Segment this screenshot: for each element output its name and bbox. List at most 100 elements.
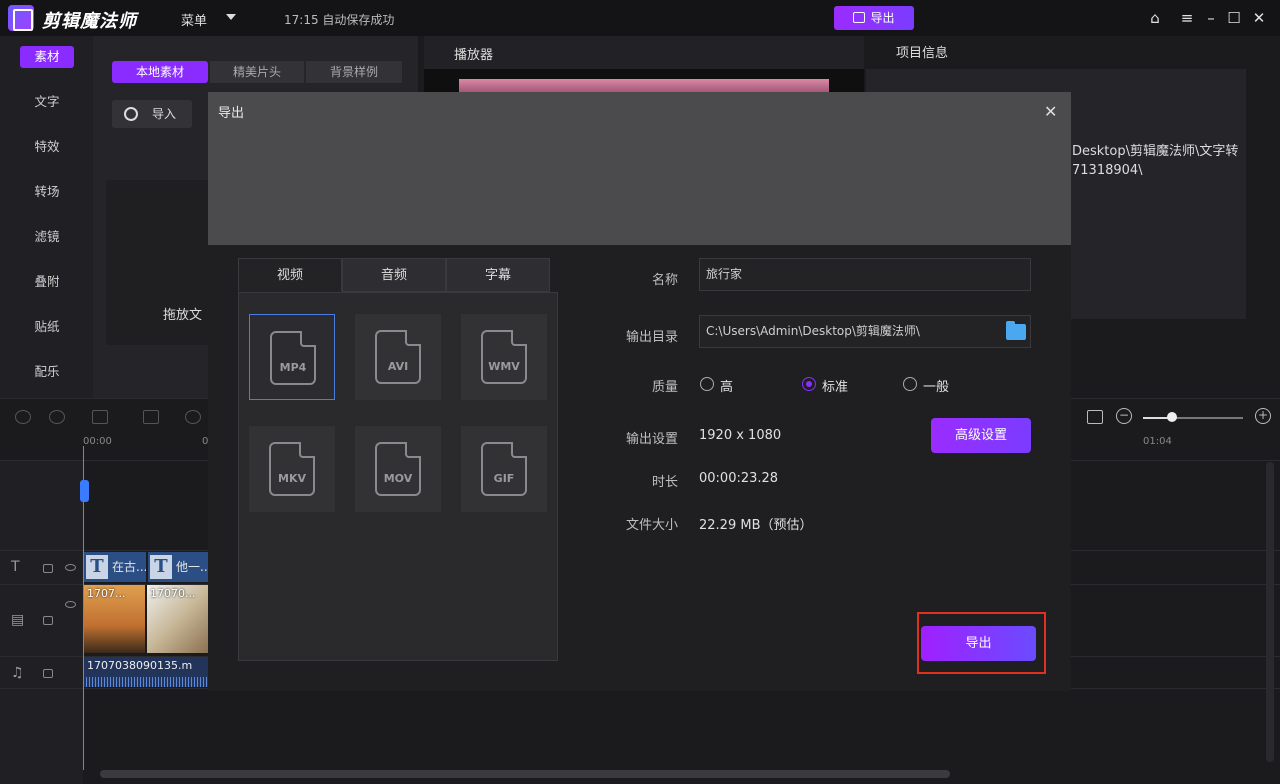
format-mp4[interactable]: MP4: [249, 314, 335, 400]
quality-standard-radio[interactable]: [802, 377, 816, 391]
file-size-label: 文件大小: [625, 518, 678, 533]
zoom-in-icon[interactable]: +: [1255, 408, 1271, 424]
image-clip-label: 1707...: [87, 587, 126, 600]
maximize-icon[interactable]: ☐: [1225, 9, 1243, 27]
quality-normal-radio[interactable]: [903, 377, 917, 391]
delete-icon[interactable]: [92, 410, 108, 424]
zoom-slider-handle[interactable]: [1167, 412, 1177, 422]
undo-icon[interactable]: [15, 410, 31, 424]
text-clip[interactable]: T 在古...: [84, 552, 146, 582]
app-name: 剪辑魔法师: [42, 11, 137, 32]
sidebar-item-music[interactable]: 配乐: [20, 361, 74, 383]
format-label: GIF: [493, 472, 515, 485]
ruler-label-end: 01:04: [1143, 436, 1172, 447]
format-wmv[interactable]: WMV: [461, 314, 547, 400]
import-label: 导入: [152, 107, 177, 121]
close-icon[interactable]: ✕: [1250, 9, 1268, 27]
tab-subtitle[interactable]: 字幕: [446, 258, 550, 292]
chevron-down-icon[interactable]: [226, 14, 236, 20]
fit-icon[interactable]: [1087, 410, 1103, 424]
quality-standard-label[interactable]: 标准: [822, 376, 848, 395]
text-clip-label: 在古...: [112, 560, 146, 574]
sidebar-item-effects[interactable]: 特效: [20, 136, 74, 158]
export-dialog-title: 导出: [218, 106, 245, 121]
format-label: AVI: [387, 360, 409, 373]
output-settings-label: 输出设置: [625, 432, 678, 447]
lock-icon[interactable]: [43, 669, 53, 678]
output-dir-label: 输出目录: [625, 330, 678, 345]
hamburger-icon[interactable]: ≡: [1178, 9, 1196, 27]
sidebar-item-transition[interactable]: 转场: [20, 181, 74, 203]
sidebar-item-material[interactable]: 素材: [20, 46, 74, 68]
lock-icon[interactable]: [43, 616, 53, 625]
file-icon: [481, 442, 527, 496]
sidebar-item-filter[interactable]: 滤镜: [20, 226, 74, 248]
tab-backgrounds[interactable]: 背景样例: [306, 61, 402, 83]
video-track-icon: ▤: [11, 612, 25, 628]
tab-local-media[interactable]: 本地素材: [112, 61, 208, 83]
top-export-label: 导出: [870, 11, 895, 25]
format-label: MP4: [279, 361, 307, 374]
format-gif[interactable]: GIF: [461, 426, 547, 512]
text-clip-label: 他一...: [176, 560, 209, 574]
name-input[interactable]: 旅行家: [699, 258, 1031, 291]
sidebar-item-text[interactable]: 文字: [20, 91, 74, 113]
image-clip[interactable]: 17070...: [147, 585, 209, 653]
tab-video[interactable]: 视频: [238, 258, 342, 292]
playhead-handle[interactable]: [80, 480, 89, 502]
file-icon: [269, 442, 315, 496]
zoom-out-icon[interactable]: −: [1116, 408, 1132, 424]
quality-high-radio[interactable]: [700, 377, 714, 391]
tab-audio[interactable]: 音频: [342, 258, 446, 292]
menu-button[interactable]: 菜单: [181, 10, 207, 29]
home-icon[interactable]: ⌂: [1146, 9, 1164, 27]
image-clip-label: 17070...: [150, 587, 196, 600]
eye-icon[interactable]: [65, 601, 76, 608]
format-mkv[interactable]: MKV: [249, 426, 335, 512]
horizontal-scrollbar[interactable]: [100, 770, 950, 778]
duration-label: 时长: [651, 475, 678, 490]
format-label: MKV: [278, 472, 306, 485]
scissors-icon[interactable]: [185, 410, 201, 424]
folder-icon[interactable]: [1006, 321, 1026, 340]
format-avi[interactable]: AVI: [355, 314, 441, 400]
lock-icon[interactable]: [43, 564, 53, 573]
project-path: Desktop\剪辑魔法师\文字转 71318904\: [1072, 142, 1238, 180]
output-settings-value: 1920 x 1080: [699, 428, 782, 443]
tab-intros[interactable]: 精美片头: [210, 61, 304, 83]
player-title: 播放器: [424, 36, 864, 69]
close-icon[interactable]: ✕: [1044, 102, 1057, 121]
file-icon: [481, 330, 527, 384]
text-clip[interactable]: T 他一...: [148, 552, 209, 582]
duration-value: 00:00:23.28: [699, 471, 779, 486]
eye-icon[interactable]: [65, 564, 76, 571]
format-mov[interactable]: MOV: [355, 426, 441, 512]
top-export-button[interactable]: 导出: [834, 6, 914, 30]
output-dir-input[interactable]: C:\Users\Admin\Desktop\剪辑魔法师\: [699, 315, 1031, 348]
ruler-label-start: 00:00: [83, 436, 112, 447]
file-icon: [375, 330, 421, 384]
sidebar-item-sticker[interactable]: 贴纸: [20, 316, 74, 338]
edit-icon[interactable]: [143, 410, 159, 424]
music-track-icon: ♫: [11, 665, 24, 681]
import-button[interactable]: 导入: [112, 100, 192, 128]
vertical-scrollbar[interactable]: [1266, 462, 1274, 762]
left-sidebar: 素材 文字 特效 转场 滤镜 叠附 贴纸 配乐: [0, 36, 93, 398]
audio-clip[interactable]: 1707038090135.m: [83, 657, 209, 687]
quality-high-label[interactable]: 高: [720, 376, 733, 395]
project-info-title: 项目信息: [866, 36, 1280, 69]
export-button[interactable]: 导出: [921, 626, 1036, 661]
format-label: WMV: [488, 360, 520, 373]
sidebar-item-overlay[interactable]: 叠附: [20, 271, 74, 293]
import-icon: [124, 107, 138, 121]
advanced-settings-button[interactable]: 高级设置: [931, 418, 1031, 453]
name-label: 名称: [651, 273, 678, 288]
file-icon: [270, 331, 316, 385]
redo-icon[interactable]: [49, 410, 65, 424]
audio-waveform: [83, 677, 209, 687]
file-icon: [375, 442, 421, 496]
audio-clip-label: 1707038090135.m: [87, 659, 193, 672]
quality-normal-label[interactable]: 一般: [923, 376, 949, 395]
minimize-icon[interactable]: –: [1202, 9, 1220, 27]
image-clip[interactable]: 1707...: [84, 585, 145, 653]
